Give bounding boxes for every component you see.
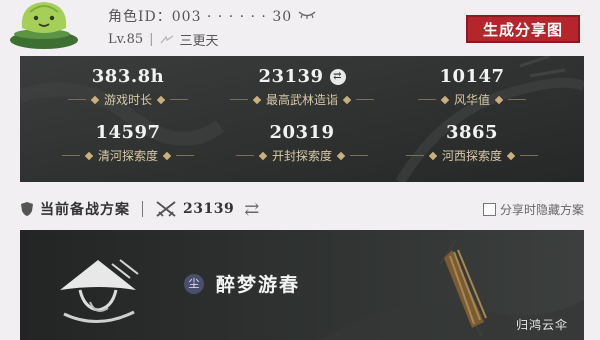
weapon-panel[interactable]: 尘 醉梦游春 归鸿云伞 bbox=[20, 230, 584, 340]
swap-plan-icon[interactable]: ⇄ bbox=[244, 199, 259, 220]
diamond-icon bbox=[336, 151, 346, 160]
hidden-eye-icon[interactable] bbox=[298, 9, 316, 24]
umbrella-weapon-icon bbox=[439, 239, 487, 336]
stat-label: 河西探索度 bbox=[441, 149, 502, 163]
hide-plan-label: 分享时隐藏方案 bbox=[499, 202, 584, 217]
bamboo-hat-emblem-icon bbox=[60, 259, 139, 324]
diamond-icon bbox=[428, 151, 438, 160]
diamond-icon bbox=[84, 151, 94, 160]
stat-label: 开封探索度 bbox=[271, 149, 332, 163]
divider: | bbox=[149, 32, 154, 47]
diamond-icon bbox=[258, 151, 268, 160]
diamond-icon bbox=[90, 95, 100, 104]
level-row: Lv.85 | 三更天 bbox=[108, 30, 219, 49]
skill-name[interactable]: 醉梦游春 bbox=[216, 270, 300, 297]
swap-icon[interactable]: ⇄ bbox=[329, 68, 346, 85]
shield-icon bbox=[21, 202, 33, 216]
diamond-icon bbox=[342, 95, 352, 104]
profile-header: 角色ID：003 · · · · · · 30 Lv.85 | 三更天 生成分享… bbox=[0, 0, 600, 52]
diamond-icon bbox=[156, 95, 166, 104]
role-id-text: 角色ID：003 · · · · · · 30 bbox=[108, 9, 293, 25]
generate-share-image-button[interactable]: 生成分享图 bbox=[466, 15, 580, 43]
stat-value: 23139 bbox=[258, 66, 324, 87]
stat-label: 游戏时长 bbox=[103, 93, 152, 107]
stat-max-wulin: 23139 ⇄ 最高武林造诣 bbox=[222, 66, 382, 108]
diamond-icon bbox=[252, 95, 262, 104]
guild-icon bbox=[159, 34, 173, 43]
stat-label: 风华值 bbox=[453, 93, 490, 107]
divider bbox=[142, 201, 143, 217]
stat-qinghe-explore: 14597 清河探索度 bbox=[48, 122, 208, 164]
stat-value: 14597 bbox=[95, 122, 161, 143]
avatar[interactable] bbox=[4, 0, 96, 50]
diamond-icon bbox=[162, 151, 172, 160]
stat-fenghua: 10147 风华值 bbox=[392, 66, 552, 108]
skill-type-badge: 尘 bbox=[184, 274, 204, 294]
stat-value: 3865 bbox=[445, 122, 499, 143]
crossed-swords-icon bbox=[156, 201, 176, 217]
stat-kaifeng-explore: 20319 开封探索度 bbox=[222, 122, 382, 164]
hide-plan-toggle[interactable]: 分享时隐藏方案 bbox=[482, 201, 584, 218]
stat-hexi-explore: 3865 河西探索度 bbox=[392, 122, 552, 164]
guild-name: 三更天 bbox=[179, 34, 219, 49]
diamond-icon bbox=[440, 95, 450, 104]
stats-panel: 383.8h 游戏时长 23139 ⇄ 最高武林造诣 10147 风华值 1459… bbox=[20, 56, 584, 182]
battle-power-value: 23139 bbox=[183, 201, 235, 217]
diamond-icon bbox=[506, 151, 516, 160]
battle-prep-title: 当前备战方案 bbox=[40, 202, 130, 218]
level-text: Lv.85 bbox=[108, 32, 144, 47]
battle-prep-row: 当前备战方案 23139 ⇄ 分享时隐藏方案 bbox=[20, 198, 584, 220]
stat-label: 最高武林造诣 bbox=[265, 93, 338, 107]
diamond-icon bbox=[494, 95, 504, 104]
weapon-name: 归鸿云伞 bbox=[515, 318, 568, 332]
stat-label: 清河探索度 bbox=[97, 149, 158, 163]
role-id: 角色ID：003 · · · · · · 30 bbox=[108, 6, 316, 26]
stat-value: 383.8h bbox=[91, 66, 165, 87]
stat-play-time: 383.8h 游戏时长 bbox=[48, 66, 208, 108]
stat-value: 20319 bbox=[269, 122, 335, 143]
stat-value: 10147 bbox=[439, 66, 505, 87]
hide-plan-checkbox[interactable] bbox=[482, 202, 496, 216]
